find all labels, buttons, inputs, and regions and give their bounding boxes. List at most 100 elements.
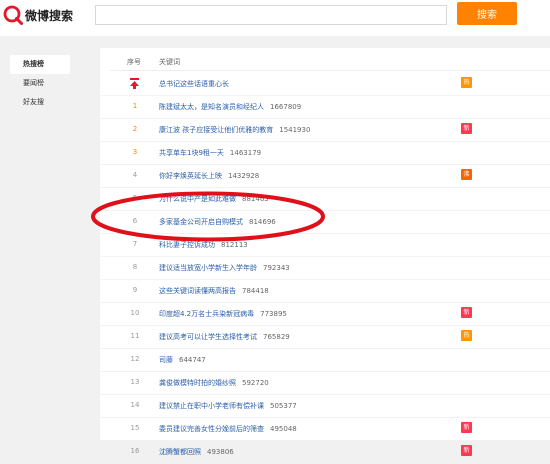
keyword-link[interactable]: 建议高考可以让学生选择性考试 765829 [159, 332, 290, 342]
keyword-link[interactable]: 多家基金公司开启自购模式 814696 [159, 217, 276, 227]
search-count: 1463179 [229, 149, 262, 157]
table-row[interactable]: 7 科比妻子控诉成功 812113 [100, 234, 550, 257]
rank-number: 13 [130, 378, 140, 386]
keyword-link[interactable]: 为什么说中产是如此难做 881463 [159, 194, 269, 204]
search-count: 792343 [263, 264, 290, 272]
keyword-text[interactable]: 建议禁止在职中小学老师有偿补课 [159, 402, 264, 410]
keyword-link[interactable]: 这些关键词读懂两高报告 784418 [159, 286, 269, 296]
keyword-text[interactable]: 总书记这些话语重心长 [159, 80, 229, 88]
table-row[interactable]: 3 共享单车1块9租一天 1463179 [100, 142, 550, 165]
status-badge: 新 [461, 307, 472, 318]
weibo-search-logo[interactable]: 微博搜索 [3, 5, 73, 25]
search-input[interactable] [95, 5, 447, 25]
search-count: 784418 [242, 287, 269, 295]
table-row[interactable]: 13 龚俊做模特时拍的婚纱照 592720 [100, 372, 550, 395]
table-row[interactable]: 5 为什么说中产是如此难做 881463 [100, 188, 550, 211]
header-divider [110, 70, 550, 71]
top-header: 微博搜索 搜索 [0, 0, 550, 36]
rank-number: 6 [132, 217, 138, 225]
keyword-text[interactable]: 这些关键词读懂两高报告 [159, 287, 236, 295]
rank-number: 10 [130, 309, 140, 317]
status-badge: 新 [461, 445, 472, 456]
sidebar: 热搜榜 要闻榜 好友搜 [10, 55, 70, 112]
search-count: 1432928 [228, 172, 260, 180]
search-count: 765829 [263, 333, 290, 341]
keyword-text[interactable]: 建议高考可以让学生选择性考试 [159, 333, 257, 341]
search-count: 493806 [207, 448, 234, 456]
hot-search-list: 序号 关键词 总书记这些话语重心长热 1 陈建斌太太，是知名演员和经纪人 166780… [100, 48, 550, 464]
keyword-link[interactable]: 康江波 孩子应接受让他们优雅的教育 1541930 [159, 125, 310, 135]
sidebar-item-friends[interactable]: 好友搜 [10, 93, 70, 112]
keyword-link[interactable]: 你好李焕英延长上映 1432928 [159, 171, 259, 181]
search-count: 592720 [242, 379, 269, 387]
status-badge: 沸 [461, 169, 472, 180]
search-count: 495048 [270, 425, 297, 433]
rank-number: 8 [132, 263, 138, 271]
keyword-text[interactable]: 龚俊做模特时拍的婚纱照 [159, 379, 236, 387]
rank-number: 4 [132, 171, 138, 179]
sidebar-item-hot-search[interactable]: 热搜榜 [10, 55, 70, 74]
keyword-text[interactable]: 印度超4.2万名士兵染新冠病毒 [159, 310, 254, 318]
rank-column-header: 序号 [127, 58, 141, 66]
pinned-top-icon [130, 78, 139, 89]
keyword-text[interactable]: 司藤 [159, 356, 173, 364]
table-row[interactable]: 11 建议高考可以让学生选择性考试 765829 热 [100, 326, 550, 349]
keyword-link[interactable]: 陈建斌太太，是知名演员和经纪人 1667809 [159, 102, 301, 112]
keyword-text[interactable]: 康江波 孩子应接受让他们优雅的教育 [159, 126, 273, 134]
logo-text: 微博搜索 [25, 8, 74, 23]
keyword-column-header: 关键词 [159, 58, 180, 66]
table-row[interactable]: 2 康江波 孩子应接受让他们优雅的教育 1541930 新 [100, 119, 550, 142]
keyword-link[interactable]: 建议禁止在职中小学老师有偿补课 505377 [159, 401, 297, 411]
rank-number: 2 [132, 125, 138, 133]
table-row[interactable]: 10 印度超4.2万名士兵染新冠病毒 773895 新 [100, 303, 550, 326]
status-badge: 热 [461, 77, 472, 88]
keyword-text[interactable]: 建议适当放宽小学新生入学年龄 [159, 264, 257, 272]
keyword-link[interactable]: 共享单车1块9租一天 1463179 [159, 148, 261, 158]
keyword-text[interactable]: 委员建议完善女性分娩前后的筛查 [159, 425, 264, 433]
rank-number: 11 [130, 332, 140, 340]
rank-number: 1 [132, 102, 138, 110]
keyword-text[interactable]: 科比妻子控诉成功 [159, 241, 215, 249]
table-row[interactable]: 总书记这些话语重心长 热 [100, 73, 550, 96]
sidebar-item-news[interactable]: 要闻榜 [10, 74, 70, 93]
keyword-link[interactable]: 印度超4.2万名士兵染新冠病毒 773895 [159, 309, 287, 319]
keyword-text[interactable]: 沈腾蟹都回照 [159, 448, 201, 456]
rank-number: 7 [132, 240, 138, 248]
search-count: 505377 [270, 402, 297, 410]
status-badge: 热 [461, 330, 472, 341]
table-row[interactable]: 1 陈建斌太太，是知名演员和经纪人 1667809 [100, 96, 550, 119]
keyword-text[interactable]: 你好李焕英延长上映 [159, 172, 222, 180]
table-row[interactable]: 9 这些关键词读懂两高报告 784418 [100, 280, 550, 303]
keyword-text[interactable]: 陈建斌太太，是知名演员和经纪人 [159, 103, 264, 111]
table-row[interactable]: 6 多家基金公司开启自购模式 814696 [100, 211, 550, 234]
keyword-link[interactable]: 总书记这些话语重心长 [159, 79, 229, 89]
search-logo-icon [3, 5, 23, 25]
table-row[interactable]: 16 沈腾蟹都回照 493806 新 [100, 441, 550, 464]
keyword-text[interactable]: 为什么说中产是如此难做 [159, 195, 236, 203]
rank-number: 5 [132, 194, 138, 202]
status-badge: 新 [461, 123, 472, 134]
search-count: 814696 [249, 218, 276, 226]
keyword-link[interactable]: 建议适当放宽小学新生入学年龄 792343 [159, 263, 290, 273]
table-row[interactable]: 12 司藤 644747 [100, 349, 550, 372]
keyword-link[interactable]: 科比妻子控诉成功 812113 [159, 240, 248, 250]
keyword-link[interactable]: 司藤 644747 [159, 355, 206, 365]
search-count: 812113 [221, 241, 248, 249]
search-count: 1541930 [279, 126, 311, 134]
rank-number: 12 [130, 355, 140, 363]
table-row[interactable]: 8 建议适当放宽小学新生入学年龄 792343 [100, 257, 550, 280]
keyword-text[interactable]: 共享单车1块9租一天 [159, 149, 224, 157]
table-row[interactable]: 4 你好李焕英延长上映 1432928 沸 [100, 165, 550, 188]
keyword-text[interactable]: 多家基金公司开启自购模式 [159, 218, 243, 226]
rank-number: 16 [130, 447, 140, 455]
keyword-link[interactable]: 委员建议完善女性分娩前后的筛查 495048 [159, 424, 297, 434]
table-row[interactable]: 15 委员建议完善女性分娩前后的筛查 495048 新 [100, 418, 550, 441]
keyword-link[interactable]: 龚俊做模特时拍的婚纱照 592720 [159, 378, 269, 388]
keyword-link[interactable]: 沈腾蟹都回照 493806 [159, 447, 234, 457]
search-count: 773895 [260, 310, 287, 318]
search-count: 881463 [242, 195, 269, 203]
search-button[interactable]: 搜索 [457, 2, 517, 25]
table-row[interactable]: 14 建议禁止在职中小学老师有偿补课 505377 [100, 395, 550, 418]
search-count: 644747 [179, 356, 206, 364]
rank-number: 9 [132, 286, 138, 294]
